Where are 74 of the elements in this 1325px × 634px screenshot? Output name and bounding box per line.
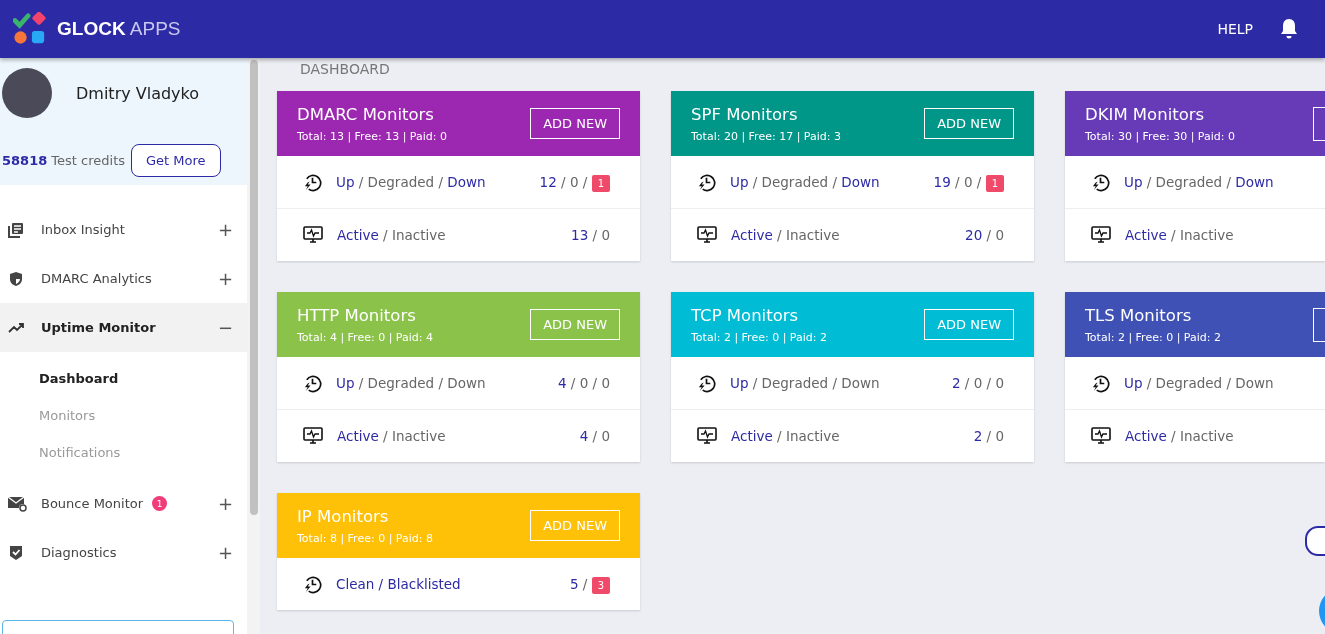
card-title: HTTP Monitors	[297, 305, 417, 325]
history-icon	[303, 574, 322, 594]
card-title: TLS Monitors	[1085, 305, 1193, 325]
status-counts: 5 / 3	[569, 576, 610, 592]
monitor-pulse-icon	[303, 226, 323, 244]
status-label: Up / Degraded / Down	[730, 174, 880, 190]
avatar	[2, 68, 52, 118]
status-label: Active / Inactive	[731, 428, 840, 444]
status-counts: 12 / 0 / 1	[539, 174, 610, 190]
card-title: DMARC Monitors	[297, 104, 435, 124]
get-more-button[interactable]: Get More	[131, 144, 221, 177]
status-counts: 19 / 0 / 1	[933, 174, 1004, 190]
card-summary: Total: 13 | Free: 13 | Paid: 0	[297, 129, 447, 143]
status-label: Active / Inactive	[337, 428, 446, 444]
card-summary: Total: 4 | Free: 0 | Paid: 4	[297, 330, 433, 344]
history-icon	[303, 373, 322, 393]
status-counts: 2 / 0 / 0	[951, 375, 1004, 391]
logo-icon[interactable]	[13, 12, 47, 46]
credits-text: 58818 Test credits	[2, 153, 126, 168]
status-label: Up / Degraded / Down	[730, 375, 880, 391]
history-icon	[1091, 172, 1110, 192]
status-counts: 4 / 0 / 0	[557, 375, 610, 391]
history-icon	[303, 172, 322, 192]
document-icon	[8, 221, 24, 238]
card-summary: Total: 8 | Free: 0 | Paid: 8	[297, 531, 433, 545]
add-new-button[interactable]	[1313, 307, 1325, 342]
trend-icon	[8, 321, 24, 334]
monitor-pulse-icon	[1091, 427, 1111, 445]
nav-item[interactable]: DMARC Analytics +	[0, 254, 247, 303]
status-counts: 20 / 0	[965, 227, 1004, 243]
shield-check-icon	[8, 544, 24, 561]
status-label: Active / Inactive	[1125, 428, 1234, 444]
help-link[interactable]: HELP	[1217, 21, 1253, 37]
count-badge: 1	[152, 496, 168, 511]
status-label: Clean / Blacklisted	[336, 576, 461, 592]
card-summary: Total: 2 | Free: 0 | Paid: 2	[1085, 330, 1221, 344]
nav-item[interactable]: Inbox Insight +	[0, 205, 247, 254]
mail-icon	[8, 495, 28, 512]
user-name: Dmitry Vladyko	[76, 83, 200, 103]
history-icon	[697, 172, 716, 192]
history-icon	[1091, 373, 1110, 393]
status-label: Active / Inactive	[1125, 227, 1234, 243]
card-title: DKIM Monitors	[1085, 104, 1206, 124]
status-counts: 2 / 0	[973, 428, 1004, 444]
card-summary: Total: 20 | Free: 17 | Paid: 3	[691, 129, 841, 143]
history-icon	[697, 373, 716, 393]
monitor-pulse-icon	[303, 427, 323, 445]
card-summary: Total: 30 | Free: 30 | Paid: 0	[1085, 129, 1235, 143]
monitor-pulse-icon	[697, 226, 717, 244]
nav-item[interactable]: Bounce Monitor 1 +	[0, 479, 247, 528]
monitor-pulse-icon	[1091, 226, 1111, 244]
add-new-button[interactable]: ADD NEW	[530, 108, 620, 139]
status-label: Active / Inactive	[731, 227, 840, 243]
shield-icon	[8, 270, 24, 287]
notification-bell-icon[interactable]	[1279, 18, 1299, 40]
card-title: TCP Monitors	[691, 305, 800, 325]
card-title: IP Monitors	[297, 506, 390, 526]
nav-item[interactable]: Diagnostics +	[0, 528, 247, 577]
status-label: Up / Degraded / Down	[1124, 174, 1274, 190]
brand-name: GLOCK APPS	[57, 18, 181, 40]
card-summary: Total: 2 | Free: 0 | Paid: 2	[691, 330, 827, 344]
monitor-pulse-icon	[697, 427, 717, 445]
breadcrumb: DASHBOARD	[299, 60, 391, 79]
status-label: Up / Degraded / Down	[336, 375, 486, 391]
status-label: Active / Inactive	[337, 227, 446, 243]
submenu-item[interactable]: Dashboard	[39, 360, 247, 397]
add-new-button[interactable]	[1313, 106, 1325, 141]
status-label: Up / Degraded / Down	[1124, 375, 1274, 391]
status-counts: 13 / 0	[571, 227, 610, 243]
card-title: SPF Monitors	[691, 104, 799, 124]
status-counts: 4 / 0	[579, 428, 610, 444]
add-new-button[interactable]: ADD NEW	[924, 108, 1014, 139]
nav-item[interactable]: Uptime Monitor −	[0, 303, 247, 352]
status-label: Up / Degraded / Down	[336, 174, 486, 190]
